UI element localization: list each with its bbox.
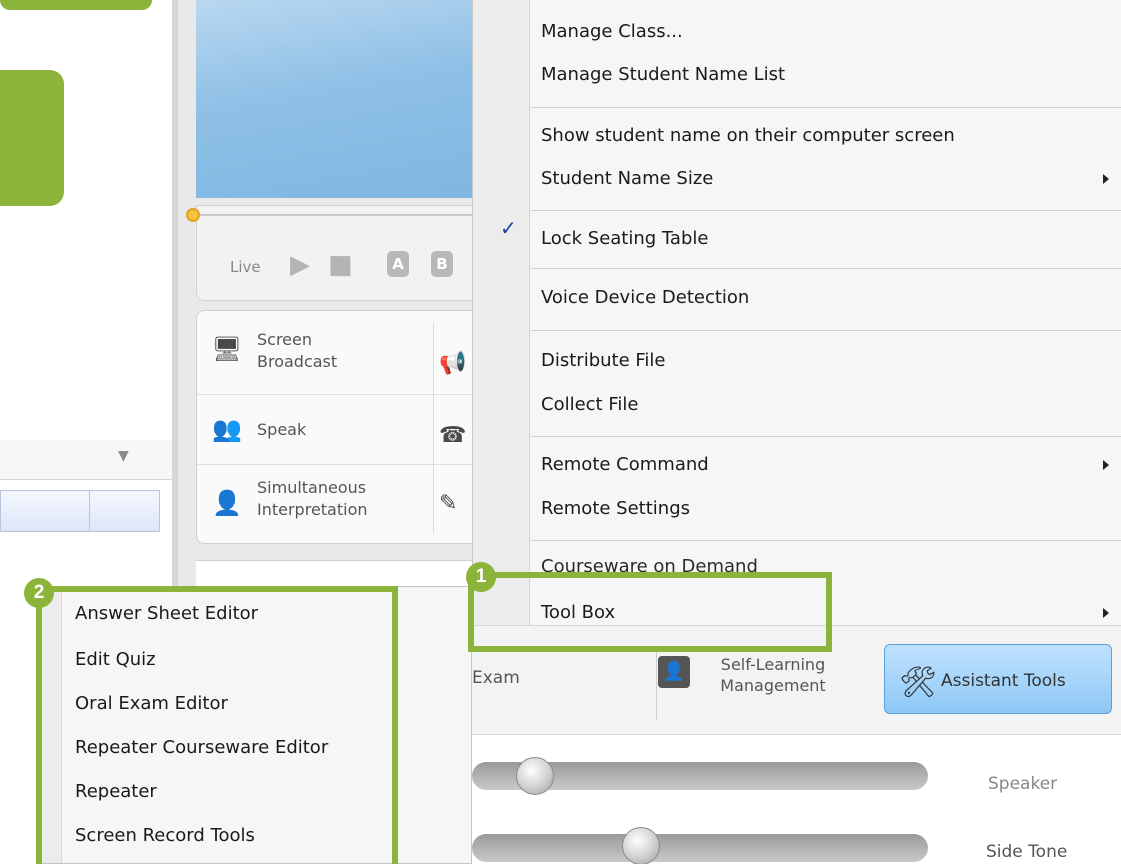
menu-separator	[531, 107, 1121, 108]
menu-item-voice-device-detection[interactable]: Voice Device Detection	[541, 283, 749, 313]
menu-separator	[531, 268, 1121, 269]
simultaneous-label: Simultaneous Interpretation	[257, 478, 368, 519]
play-icon[interactable]: ▶	[290, 250, 310, 280]
progress-handle[interactable]	[186, 208, 200, 222]
self-learning-tab[interactable]: Self-Learning Management	[708, 654, 838, 696]
callout-tile-top	[0, 0, 152, 10]
left-panel-header: ▼	[0, 440, 172, 480]
megaphone-icon[interactable]: 📢	[439, 351, 466, 376]
progress-track[interactable]	[200, 214, 478, 216]
side-tone-slider-track[interactable]	[472, 834, 928, 862]
menu-item-remote-settings[interactable]: Remote Settings	[541, 494, 690, 524]
func-row-broadcast[interactable]: 🖥 Screen Broadcast	[197, 311, 479, 395]
callout-tile-side	[0, 70, 64, 206]
step-badge-2: 2	[24, 578, 54, 608]
func-row-simultaneous[interactable]: 👤 Simultaneous Interpretation	[197, 465, 479, 543]
assistant-tools-button[interactable]: 🛠 Assistant Tools	[884, 644, 1112, 714]
tools-icon: 🛠	[899, 665, 938, 700]
menu-item-collect-file[interactable]: Collect File	[541, 390, 638, 420]
simultaneous-icon: 👤	[212, 489, 242, 517]
menu-separator	[531, 210, 1121, 211]
checkmark-icon: ✓	[500, 216, 517, 240]
highlight-tool-box	[468, 572, 832, 652]
context-menu: Manage Class... Manage Student Name List…	[472, 0, 1121, 625]
dropdown-chevron-icon[interactable]: ▼	[118, 448, 129, 464]
step-badge-1: 1	[466, 562, 496, 592]
video-preview	[196, 0, 478, 198]
menu-item-distribute-file[interactable]: Distribute File	[541, 346, 666, 376]
side-tone-slider-knob[interactable]	[622, 827, 660, 864]
live-label: Live	[230, 258, 261, 276]
speaker-label: Speaker	[988, 774, 1058, 794]
menu-item-manage-student-name-list[interactable]: Manage Student Name List	[541, 60, 785, 90]
highlight-submenu	[36, 586, 398, 864]
menu-item-remote-command[interactable]: Remote Command	[541, 450, 709, 480]
phone-icon[interactable]: ☎	[439, 423, 466, 448]
speak-label: Speak	[257, 420, 307, 439]
menu-item-lock-seating-table[interactable]: Lock Seating Table	[541, 224, 708, 254]
screen-broadcast-label: Screen Broadcast	[257, 330, 338, 371]
left-panel-bar	[0, 490, 160, 532]
menu-separator	[531, 540, 1121, 541]
assistant-tools-label: Assistant Tools	[941, 671, 1066, 691]
screen-broadcast-icon: 🖥	[211, 335, 243, 363]
ab-a-button[interactable]: A	[387, 251, 409, 277]
submenu-arrow-icon	[1103, 608, 1109, 618]
function-panel: 🖥 Screen Broadcast 👥 Speak 👤 Simultaneou…	[196, 310, 479, 544]
side-tone-label: Side Tone	[986, 842, 1068, 862]
menu-item-manage-class[interactable]: Manage Class...	[541, 17, 683, 47]
menu-item-student-name-size[interactable]: Student Name Size	[541, 164, 713, 194]
stop-icon[interactable]: ■	[328, 250, 353, 280]
submenu-arrow-icon	[1103, 174, 1109, 184]
function-divider	[433, 323, 434, 533]
self-learning-icon: 👤	[658, 656, 690, 688]
menu-item-show-student-name[interactable]: Show student name on their computer scre…	[541, 121, 955, 151]
toolbar-divider	[656, 646, 657, 720]
menu-separator	[531, 436, 1121, 437]
speak-icon: 👥	[212, 415, 242, 443]
audio-sliders: Speaker Side Tone	[472, 736, 1121, 864]
submenu-arrow-icon	[1103, 460, 1109, 470]
speaker-slider-knob[interactable]	[516, 757, 554, 795]
exam-tab[interactable]: Exam	[472, 668, 520, 688]
edit-icon[interactable]: ✎	[439, 491, 457, 516]
ab-b-button[interactable]: B	[431, 251, 453, 277]
menu-separator	[531, 330, 1121, 331]
func-row-speak[interactable]: 👥 Speak	[197, 395, 479, 465]
context-menu-gutter	[473, 0, 530, 625]
